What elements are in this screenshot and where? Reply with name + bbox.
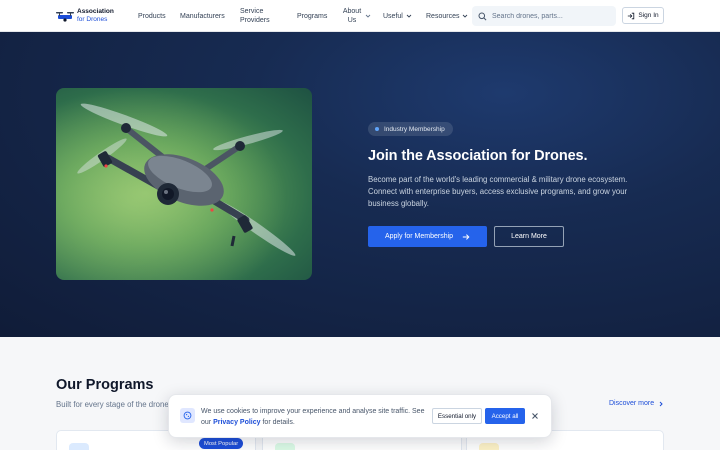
- nav-about-us-label: About Us: [342, 8, 362, 24]
- program-card-icon: [479, 443, 499, 450]
- discover-more-label: Discover more: [609, 400, 655, 407]
- nav-manufacturers-label: Manufacturers: [180, 12, 225, 20]
- chevron-down-icon: [463, 14, 468, 18]
- essential-only-label: Essential only: [437, 412, 477, 420]
- apply-membership-label: Apply for Membership: [384, 233, 454, 240]
- nav-programs[interactable]: Programs: [297, 0, 327, 32]
- nav-useful-label: Useful: [383, 12, 403, 20]
- sign-in-label: Sign In: [638, 12, 659, 19]
- program-card-icon: [275, 443, 295, 450]
- nav-service-providers-label: Service Providers: [240, 8, 270, 24]
- most-popular-badge: Most Popular: [199, 438, 244, 449]
- accept-all-button[interactable]: Accept all: [485, 408, 525, 424]
- nav-products-label: Products: [138, 12, 166, 20]
- nav-about-us[interactable]: About Us: [342, 0, 372, 32]
- logo-line-2: for Drones: [77, 16, 108, 23]
- chevron-right-icon: [659, 401, 663, 406]
- programs-title: Our Programs: [56, 377, 154, 393]
- nav-products[interactable]: Products: [138, 0, 166, 32]
- nav-service-providers[interactable]: Service Providers: [240, 0, 286, 32]
- cookie-message: We use cookies to improve your experienc…: [201, 406, 431, 428]
- search-icon: [478, 11, 487, 20]
- search-box: [472, 6, 616, 26]
- hero-title: Join the Association for Drones.: [368, 148, 588, 164]
- discover-more-link[interactable]: Discover more: [609, 400, 664, 407]
- hero-section: Industry Membership Join the Association…: [0, 32, 720, 337]
- apply-membership-button[interactable]: Apply for Membership: [368, 226, 487, 247]
- sign-in-button[interactable]: Sign In: [622, 7, 664, 24]
- logo-line-1: Association: [77, 8, 114, 15]
- badge-dot-icon: [375, 127, 379, 131]
- privacy-policy-link[interactable]: Privacy Policy: [213, 419, 260, 426]
- cookie-text-after: for details.: [260, 419, 295, 426]
- learn-more-label: Learn More: [511, 233, 547, 240]
- hero-badge: Industry Membership: [368, 122, 453, 136]
- nav-useful[interactable]: Useful: [383, 0, 412, 32]
- accept-all-label: Accept all: [491, 412, 519, 420]
- site-header: Association for Drones Products Manufact…: [0, 0, 720, 32]
- arrow-right-icon: [462, 233, 470, 240]
- hero-description: Become part of the world's leading comme…: [368, 175, 628, 208]
- program-card-icon: [69, 443, 89, 450]
- nav-manufacturers[interactable]: Manufacturers: [180, 0, 225, 32]
- site-logo[interactable]: Association for Drones: [56, 4, 118, 28]
- hero-badge-label: Industry Membership: [384, 125, 445, 133]
- chevron-down-icon: [365, 14, 371, 18]
- cookie-icon: [180, 408, 195, 423]
- hero-drone-image: [56, 88, 312, 280]
- drone-illustration: [56, 88, 312, 280]
- close-icon[interactable]: [530, 411, 540, 421]
- nav-resources[interactable]: Resources: [426, 0, 468, 32]
- nav-resources-label: Resources: [426, 12, 460, 20]
- nav-programs-label: Programs: [297, 12, 328, 20]
- programs-subtitle: Built for every stage of the drone: [56, 400, 168, 409]
- search-input[interactable]: [492, 12, 612, 20]
- chevron-down-icon: [406, 14, 412, 18]
- learn-more-button[interactable]: Learn More: [494, 226, 564, 247]
- sign-in-icon: [628, 12, 635, 19]
- cookie-banner: We use cookies to improve your experienc…: [168, 394, 552, 438]
- drone-logo-icon: [56, 12, 74, 22]
- essential-only-button[interactable]: Essential only: [432, 408, 482, 424]
